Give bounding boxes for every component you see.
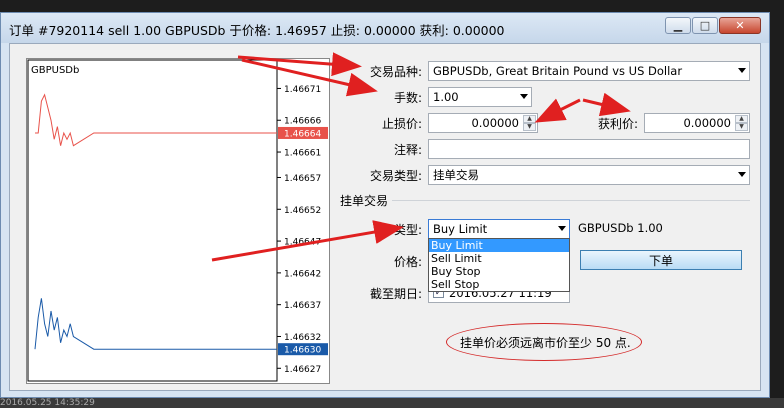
- stop-loss-value: 0.00000: [471, 116, 519, 130]
- y-tick-label: 1.46657: [284, 174, 321, 184]
- stop-loss-input[interactable]: 0.00000 ▲ ▼: [428, 113, 538, 133]
- background-status-strip: 2016.05.25 14:35:29: [0, 398, 784, 408]
- order-type-select[interactable]: Buy Limit: [428, 219, 570, 239]
- y-tick-label: 1.46637: [284, 301, 321, 311]
- minimize-icon[interactable]: ▁: [665, 17, 691, 34]
- ask-price-line: [35, 93, 277, 147]
- volume-select[interactable]: 1.00: [428, 87, 532, 107]
- spin-up-icon[interactable]: ▲: [735, 115, 748, 123]
- take-profit-label: 获利价:: [597, 117, 638, 131]
- window-title: 订单 #7920114 sell 1.00 GBPUSDb 于价格: 1.469…: [9, 23, 505, 38]
- option-sell-stop[interactable]: Sell Stop: [429, 278, 569, 291]
- comment-label: 注释:: [393, 143, 422, 157]
- chevron-down-icon: [738, 68, 746, 73]
- option-sell-limit[interactable]: Sell Limit: [429, 252, 569, 265]
- pending-group-title: 挂单交易: [340, 194, 389, 208]
- execution-select[interactable]: 挂单交易: [428, 165, 750, 185]
- y-tick-label: 1.46661: [284, 149, 321, 159]
- window-controls: ▁ □ ✕: [664, 17, 761, 34]
- tick-chart: GBPUSDb 1.46671 1.46666 1.46661 1.46657 1.466…: [26, 58, 330, 384]
- take-profit-value: 0.00000: [683, 116, 731, 130]
- symbol-select[interactable]: GBPUSDb, Great Britain Pound vs US Dolla…: [428, 61, 750, 81]
- symbol-select-value: GBPUSDb, Great Britain Pound vs US Dolla…: [433, 64, 683, 78]
- maximize-icon[interactable]: □: [692, 17, 718, 34]
- comment-input[interactable]: [428, 139, 750, 159]
- min-distance-note: 挂单价必须远离市价至少 50 点.: [460, 336, 631, 350]
- y-tick-label: 1.46647: [284, 238, 321, 248]
- stop-loss-label: 止损价:: [381, 117, 422, 131]
- chevron-down-icon: [558, 226, 566, 231]
- order-type-label: 类型:: [393, 223, 422, 237]
- close-icon[interactable]: ✕: [719, 17, 761, 34]
- expiry-label: 截至期日:: [369, 287, 422, 301]
- order-type-dropdown-list: Buy Limit Sell Limit Buy Stop Sell Stop: [428, 238, 570, 292]
- bid-price-line: [34, 298, 277, 350]
- symbol-label: 交易品种:: [369, 65, 422, 79]
- dialog-body: GBPUSDb 1.46671 1.46666 1.46661 1.46657 1.466…: [9, 43, 761, 391]
- order-type-summary: GBPUSDb 1.00: [578, 221, 663, 235]
- chart-canvas: GBPUSDb 1.46671 1.46666 1.46661 1.46657 1.466…: [27, 59, 328, 382]
- bid-price-tag: 1.46630: [284, 346, 321, 356]
- y-tick-label: 1.46652: [284, 206, 321, 216]
- volume-value: 1.00: [433, 90, 459, 104]
- take-profit-input[interactable]: 0.00000 ▲ ▼: [644, 113, 750, 133]
- spin-down-icon[interactable]: ▼: [523, 123, 536, 131]
- chart-symbol-label: GBPUSDb: [31, 65, 79, 76]
- take-profit-spinner[interactable]: ▲ ▼: [735, 115, 748, 131]
- volume-label: 手数:: [393, 91, 422, 105]
- title-bar[interactable]: 订单 #7920114 sell 1.00 GBPUSDb 于价格: 1.469…: [1, 13, 769, 43]
- y-tick-label: 1.46666: [284, 117, 321, 127]
- y-tick-label: 1.46671: [284, 85, 321, 95]
- order-type-value: Buy Limit: [433, 222, 488, 236]
- chevron-down-icon: [738, 172, 746, 177]
- place-order-button[interactable]: 下单: [580, 250, 742, 270]
- stop-loss-spinner[interactable]: ▲ ▼: [523, 115, 536, 131]
- execution-value: 挂单交易: [433, 168, 479, 182]
- execution-label: 交易类型:: [369, 169, 422, 183]
- price-label: 价格:: [393, 255, 422, 269]
- y-tick-label: 1.46642: [284, 269, 321, 279]
- spin-up-icon[interactable]: ▲: [523, 115, 536, 123]
- y-tick-label: 1.46627: [284, 365, 321, 375]
- option-buy-stop[interactable]: Buy Stop: [429, 265, 569, 278]
- group-divider: [392, 200, 750, 201]
- ask-price-tag: 1.46664: [284, 129, 321, 139]
- option-buy-limit[interactable]: Buy Limit: [429, 239, 569, 252]
- spin-down-icon[interactable]: ▼: [735, 123, 748, 131]
- order-dialog: 订单 #7920114 sell 1.00 GBPUSDb 于价格: 1.469…: [0, 12, 770, 398]
- chevron-down-icon: [520, 94, 528, 99]
- y-tick-label: 1.46632: [284, 333, 321, 343]
